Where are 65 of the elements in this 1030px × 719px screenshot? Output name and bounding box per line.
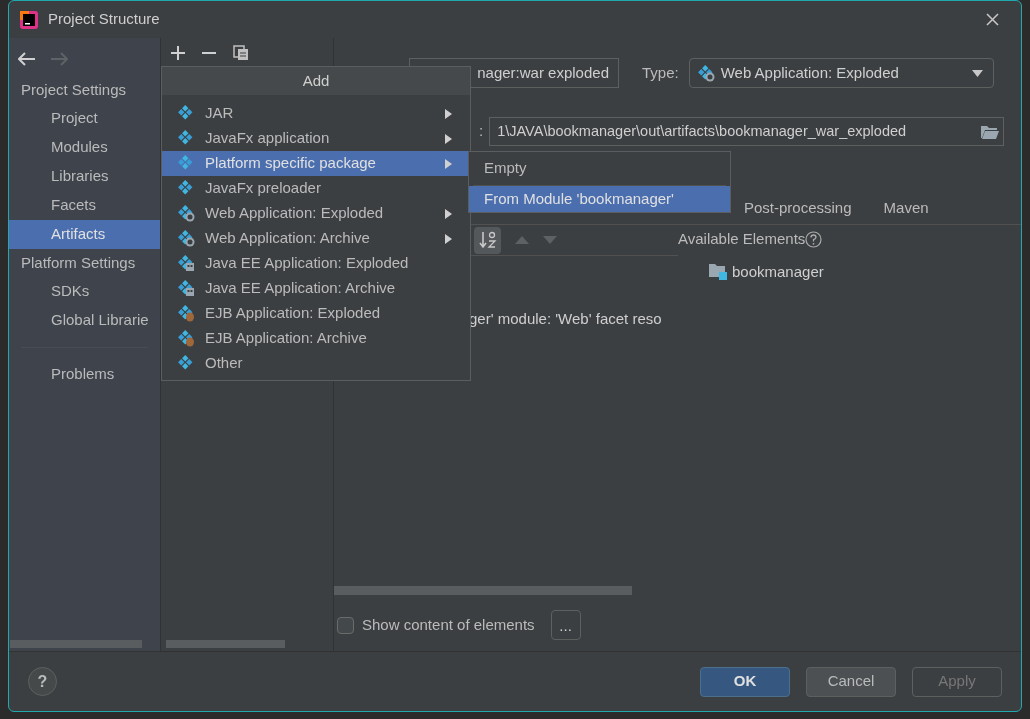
folder-icon[interactable] — [981, 124, 1000, 139]
module-folder-icon — [709, 263, 728, 281]
scrollbar[interactable] — [10, 640, 142, 648]
menu-item[interactable]: Web Application: Archive — [162, 226, 470, 251]
sidebar-item[interactable]: Libraries — [9, 162, 160, 191]
output-path-field[interactable]: 1\JAVA\bookmanager\out\artifacts\bookmanager_war_exploded — [489, 117, 1005, 146]
sidebar-item[interactable]: Global Librarie — [9, 306, 160, 335]
back-arrow-icon[interactable] — [18, 51, 36, 66]
app-logo-icon — [20, 10, 38, 29]
tree-item[interactable]: bookmanager — [732, 260, 824, 283]
caret-icon — [971, 69, 983, 77]
package-icon — [178, 155, 195, 172]
bean-package-icon — [178, 305, 195, 322]
menu-item[interactable]: Platform specific package — [162, 151, 470, 176]
menu-item[interactable]: From Module 'bookmanager' — [469, 186, 730, 212]
sort-button[interactable] — [474, 226, 501, 254]
menu-item[interactable]: JavaFx application — [162, 126, 470, 151]
sidebar-item[interactable]: Artifacts — [9, 220, 160, 249]
close-icon[interactable] — [986, 13, 999, 26]
scrollbar[interactable] — [334, 586, 632, 595]
building-package-icon — [178, 255, 195, 272]
menu-item[interactable]: JavaFx preloader — [162, 176, 470, 201]
sidebar-item[interactable]: Facets — [9, 191, 160, 220]
menu-item[interactable]: JAR — [162, 101, 470, 126]
help-icon[interactable] — [805, 230, 823, 248]
sidebar-item[interactable]: Problems — [9, 360, 160, 389]
menu-item[interactable]: Web Application: Exploded — [162, 201, 470, 226]
available-elements-title: Available Elements — [678, 229, 806, 249]
globe-package-icon — [178, 205, 195, 222]
menu-item[interactable]: Empty — [469, 152, 730, 185]
sidebar-item[interactable]: Project — [9, 104, 160, 133]
package-icon — [178, 130, 195, 147]
building-package-icon — [178, 280, 195, 297]
dialog-button[interactable]: Cancel — [806, 666, 896, 697]
globe-package-icon — [178, 230, 195, 247]
package-icon — [178, 180, 195, 197]
add-icon[interactable] — [171, 46, 185, 60]
package-icon — [178, 105, 195, 122]
bean-package-icon — [178, 330, 195, 347]
window-title: Project Structure — [48, 9, 160, 30]
scrollbar[interactable] — [166, 640, 285, 648]
more-button[interactable]: ... — [550, 610, 581, 640]
checkbox-label: Show content of elements — [362, 614, 535, 635]
sidebar-section-title: Platform Settings — [20, 252, 137, 273]
help-button[interactable]: ? — [28, 667, 57, 696]
type-dropdown[interactable]: Web Application: Exploded — [688, 58, 994, 88]
menu-item[interactable]: EJB Application: Exploded — [162, 301, 470, 326]
sidebar-item[interactable]: SDKs — [9, 277, 160, 306]
sort-alphabetical-icon — [478, 231, 497, 249]
menu-item[interactable]: Java EE Application: Archive — [162, 276, 470, 301]
menu-title: Add — [162, 67, 470, 95]
type-label: Type: — [642, 62, 679, 83]
menu-item[interactable]: Other — [162, 351, 470, 376]
tab[interactable]: Post-processing — [744, 193, 852, 224]
checkbox[interactable] — [337, 616, 354, 634]
package-icon — [178, 355, 195, 372]
sidebar-item[interactable]: Modules — [9, 133, 160, 162]
tab[interactable]: Maven — [883, 193, 929, 224]
globe-package-icon — [697, 64, 715, 82]
dialog-button[interactable]: OK — [700, 666, 790, 697]
output-directory-label: : — [479, 121, 484, 142]
sidebar-section-title: Project Settings — [20, 79, 128, 100]
menu-item[interactable]: Java EE Application: Exploded — [162, 251, 470, 276]
menu-item[interactable]: EJB Application: Archive — [162, 326, 470, 351]
copy-icon[interactable] — [233, 45, 249, 61]
